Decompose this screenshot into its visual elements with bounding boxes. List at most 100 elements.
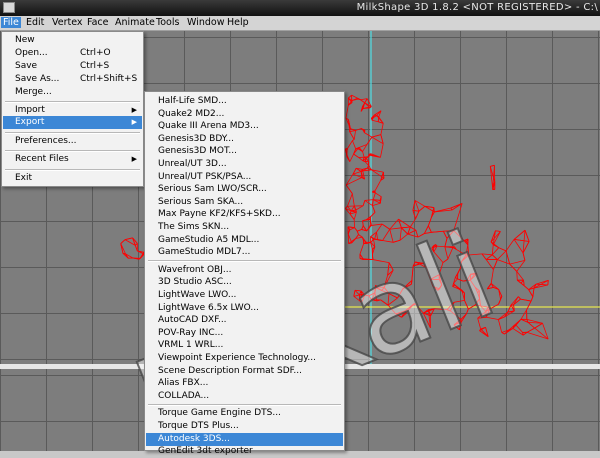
mesh-edge: [401, 227, 410, 228]
export-item-9[interactable]: Max Payne KF2/KFS+SKD...: [146, 208, 343, 221]
export-item-4[interactable]: Genesis3D MOT...: [146, 145, 343, 158]
export-item-label: Genesis3D MOT...: [158, 145, 237, 158]
mesh-edge: [388, 294, 389, 306]
mesh-edge: [367, 225, 371, 231]
menu-item-merge[interactable]: Merge...: [3, 86, 142, 99]
export-item-label: GenEdit 3dt exporter: [158, 445, 253, 458]
mesh-edge: [382, 287, 385, 290]
menu-item-export[interactable]: Export▶: [3, 116, 142, 129]
mesh-edge: [434, 309, 447, 310]
mesh-edge: [348, 141, 353, 149]
mesh-edge: [521, 280, 524, 283]
export-item-17[interactable]: AutoCAD DXF...: [146, 314, 343, 327]
mesh-edge: [492, 255, 497, 260]
mesh-edge: [531, 297, 533, 301]
mesh-edge: [352, 194, 354, 206]
menu-item-preferences[interactable]: Preferences...: [3, 135, 142, 148]
export-item-label: Torque DTS Plus...: [158, 420, 239, 433]
menu-item-save[interactable]: SaveCtrl+S: [3, 60, 142, 73]
export-item-12[interactable]: GameStudio MDL7...: [146, 246, 343, 259]
mesh-edge: [478, 318, 481, 329]
mesh-edge: [363, 152, 365, 158]
mesh-edge: [350, 214, 354, 220]
export-item-24[interactable]: Torque Game Engine DTS...: [146, 407, 343, 420]
mesh-edge: [388, 298, 397, 305]
mesh-edge: [389, 294, 398, 298]
mesh-edge: [466, 245, 468, 255]
export-item-15[interactable]: LightWave LWO...: [146, 289, 343, 302]
menu-separator: [5, 132, 140, 134]
export-item-14[interactable]: 3D Studio ASC...: [146, 276, 343, 289]
mesh-edge: [521, 310, 527, 319]
export-item-25[interactable]: Torque DTS Plus...: [146, 420, 343, 433]
export-item-0[interactable]: Half-Life SMD...: [146, 95, 343, 108]
menu-item-new[interactable]: New: [3, 34, 142, 47]
mesh-edge: [458, 279, 463, 281]
mesh-edge: [121, 240, 125, 244]
mesh-edge: [125, 238, 133, 240]
mesh-edge: [525, 230, 529, 241]
mesh-edge: [493, 260, 497, 270]
mesh-edge: [528, 322, 535, 328]
mesh-edge: [359, 235, 363, 238]
export-item-16[interactable]: LightWave 6.5x LWO...: [146, 302, 343, 315]
mesh-edge: [495, 231, 500, 232]
export-item-label: VRML 1 WRL...: [158, 339, 223, 352]
export-item-label: 3D Studio ASC...: [158, 276, 232, 289]
mesh-edge: [121, 244, 126, 254]
mesh-edge: [424, 232, 431, 233]
mesh-edge: [428, 226, 431, 232]
export-item-5[interactable]: Unreal/UT 3D...: [146, 158, 343, 171]
export-item-21[interactable]: Scene Description Format SDF...: [146, 365, 343, 378]
mesh-edge: [439, 263, 443, 275]
mesh-edge: [389, 263, 393, 271]
menu-item-open[interactable]: Open...Ctrl+O: [3, 47, 142, 60]
mesh-edge: [381, 300, 388, 305]
mesh-edge: [376, 232, 377, 239]
mesh-edge: [354, 206, 356, 212]
mesh-edge: [536, 284, 548, 285]
mesh-edge: [413, 210, 416, 218]
export-item-3[interactable]: Genesis3D BDY...: [146, 133, 343, 146]
export-item-label: AutoCAD DXF...: [158, 314, 227, 327]
export-item-26[interactable]: Autodesk 3DS...: [146, 433, 343, 446]
mesh-edge: [373, 193, 375, 200]
export-item-23[interactable]: COLLADA...: [146, 390, 343, 403]
mesh-edge: [416, 230, 418, 237]
menu-separator: [148, 260, 341, 262]
export-item-label: Alias FBX...: [158, 377, 208, 390]
export-item-8[interactable]: Serious Sam SKA...: [146, 196, 343, 209]
mesh-edge: [372, 200, 373, 206]
mesh-edge: [380, 144, 383, 158]
mesh-edge: [371, 224, 382, 225]
export-item-2[interactable]: Quake III Arena MD3...: [146, 120, 343, 133]
mesh-edge: [361, 100, 365, 103]
mesh-edge: [350, 132, 355, 140]
menu-item-save-as[interactable]: Save As...Ctrl+Shift+S: [3, 73, 142, 86]
export-item-6[interactable]: Unreal/UT PSK/PSA...: [146, 171, 343, 184]
mesh-edge: [443, 231, 447, 238]
export-item-20[interactable]: Viewpoint Experience Technology...: [146, 352, 343, 365]
menu-item-exit[interactable]: Exit: [3, 172, 142, 185]
export-item-10[interactable]: The Sims SKN...: [146, 221, 343, 234]
export-item-11[interactable]: GameStudio A5 MDL...: [146, 234, 343, 247]
mesh-edge: [415, 304, 423, 313]
export-item-1[interactable]: Quake2 MD2...: [146, 108, 343, 121]
menu-item-recent-files[interactable]: Recent Files▶: [3, 153, 142, 166]
export-item-27[interactable]: GenEdit 3dt exporter: [146, 445, 343, 458]
mesh-edge: [524, 286, 528, 290]
mesh-edge: [469, 254, 482, 255]
export-item-22[interactable]: Alias FBX...: [146, 377, 343, 390]
mesh-edge: [535, 323, 543, 328]
export-item-13[interactable]: Wavefront OBJ...: [146, 264, 343, 277]
export-item-18[interactable]: POV-Ray INC...: [146, 327, 343, 340]
export-submenu: Half-Life SMD...Quake2 MD2...Quake III A…: [144, 91, 345, 451]
export-item-7[interactable]: Serious Sam LWO/SCR...: [146, 183, 343, 196]
mesh-edge: [372, 120, 378, 121]
mesh-edge: [490, 165, 494, 166]
mesh-edge: [350, 154, 354, 162]
export-item-label: GameStudio A5 MDL...: [158, 234, 259, 247]
mesh-edge: [428, 217, 431, 226]
export-item-19[interactable]: VRML 1 WRL...: [146, 339, 343, 352]
mesh-edge: [410, 219, 415, 227]
